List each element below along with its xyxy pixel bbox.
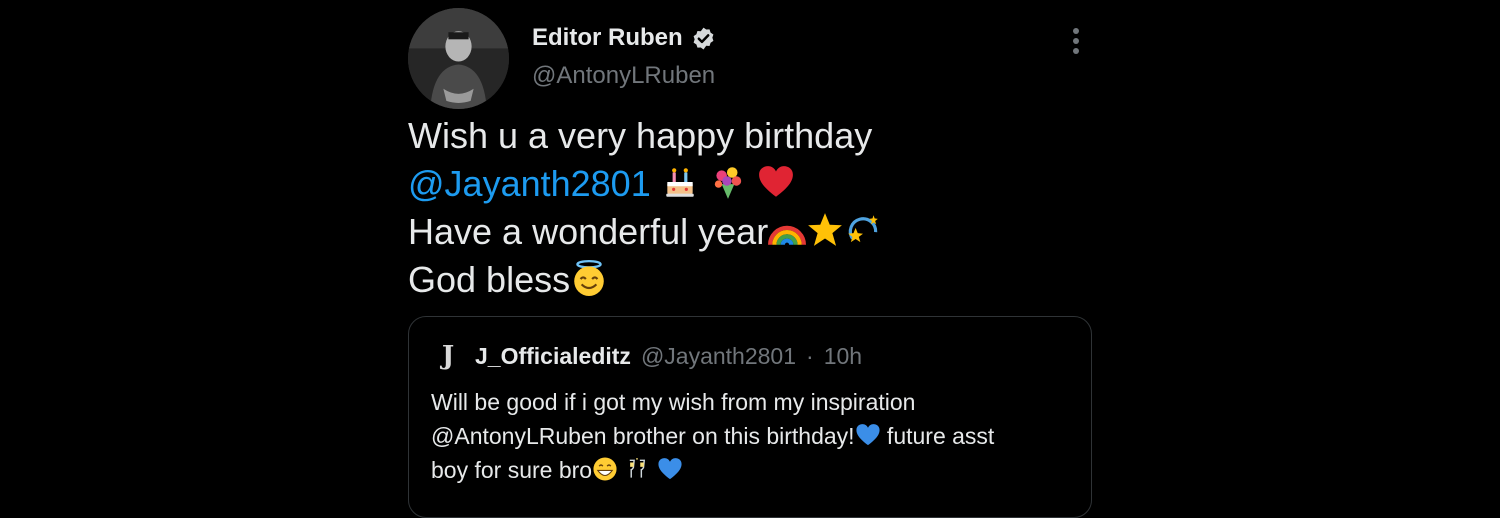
tweet-line-3: Have a wonderful year	[408, 208, 882, 256]
author-name-row[interactable]: Editor Ruben	[532, 24, 716, 52]
tweet-line-1: Wish u a very happy birthday	[408, 115, 873, 156]
birthday-cake-emoji	[661, 163, 699, 201]
blue-heart-emoji-2	[657, 456, 683, 482]
smiling-halo-emoji	[570, 259, 608, 297]
quoted-author-handle[interactable]: @Jayanth2801	[641, 343, 796, 370]
quoted-line-3-text: boy for sure bro	[431, 457, 593, 483]
red-heart-emoji	[757, 163, 795, 201]
tweet-line-4-text: God bless	[408, 259, 571, 300]
quoted-author-avatar[interactable]: J	[431, 341, 465, 371]
tweet: Editor Ruben @AntonyLRuben Wish u a very…	[408, 0, 1092, 518]
author-display-name[interactable]: Editor Ruben	[532, 24, 683, 52]
quoted-line-3: boy for sure bro	[431, 453, 1071, 487]
tweet-line-2: @Jayanth2801	[408, 160, 882, 208]
quoted-line-1: Will be good if i got my wish from my in…	[431, 389, 916, 415]
quoted-timestamp[interactable]: 10h	[824, 343, 862, 370]
more-options-icon[interactable]	[1064, 24, 1088, 54]
quoted-line-2-text: @AntonyLRuben brother on this birthday!	[431, 423, 855, 449]
mention-link[interactable]: @Jayanth2801	[408, 163, 651, 204]
author-avatar[interactable]	[408, 8, 509, 109]
tweet-text: Wish u a very happy birthday @Jayanth280…	[408, 112, 882, 304]
bouquet-emoji	[709, 163, 747, 201]
blue-heart-emoji	[855, 422, 881, 448]
separator-dot: ·	[806, 342, 814, 369]
quoted-tweet-header: J J_Officialeditz @Jayanth2801 · 10h	[431, 341, 862, 371]
author-handle[interactable]: @AntonyLRuben	[532, 62, 715, 90]
quoted-line-2: @AntonyLRuben brother on this birthday! …	[431, 419, 1071, 453]
quoted-tweet-card[interactable]: J J_Officialeditz @Jayanth2801 · 10h Wil…	[408, 316, 1092, 518]
avatar-photo	[408, 8, 509, 109]
tweet-line-4: God bless	[408, 256, 882, 304]
star-emoji	[806, 211, 844, 249]
rainbow-emoji	[768, 211, 807, 249]
champagne-glasses-emoji	[624, 456, 650, 482]
dizzy-emoji	[844, 211, 882, 249]
quoted-author-name[interactable]: J_Officialeditz	[475, 343, 631, 370]
verified-badge-icon	[693, 27, 714, 49]
quoted-line-2-tail: future asst	[880, 423, 995, 449]
grinning-emoji	[592, 456, 618, 482]
tweet-line-3-text: Have a wonderful year	[408, 211, 769, 252]
quoted-tweet-text: Will be good if i got my wish from my in…	[431, 385, 1071, 487]
